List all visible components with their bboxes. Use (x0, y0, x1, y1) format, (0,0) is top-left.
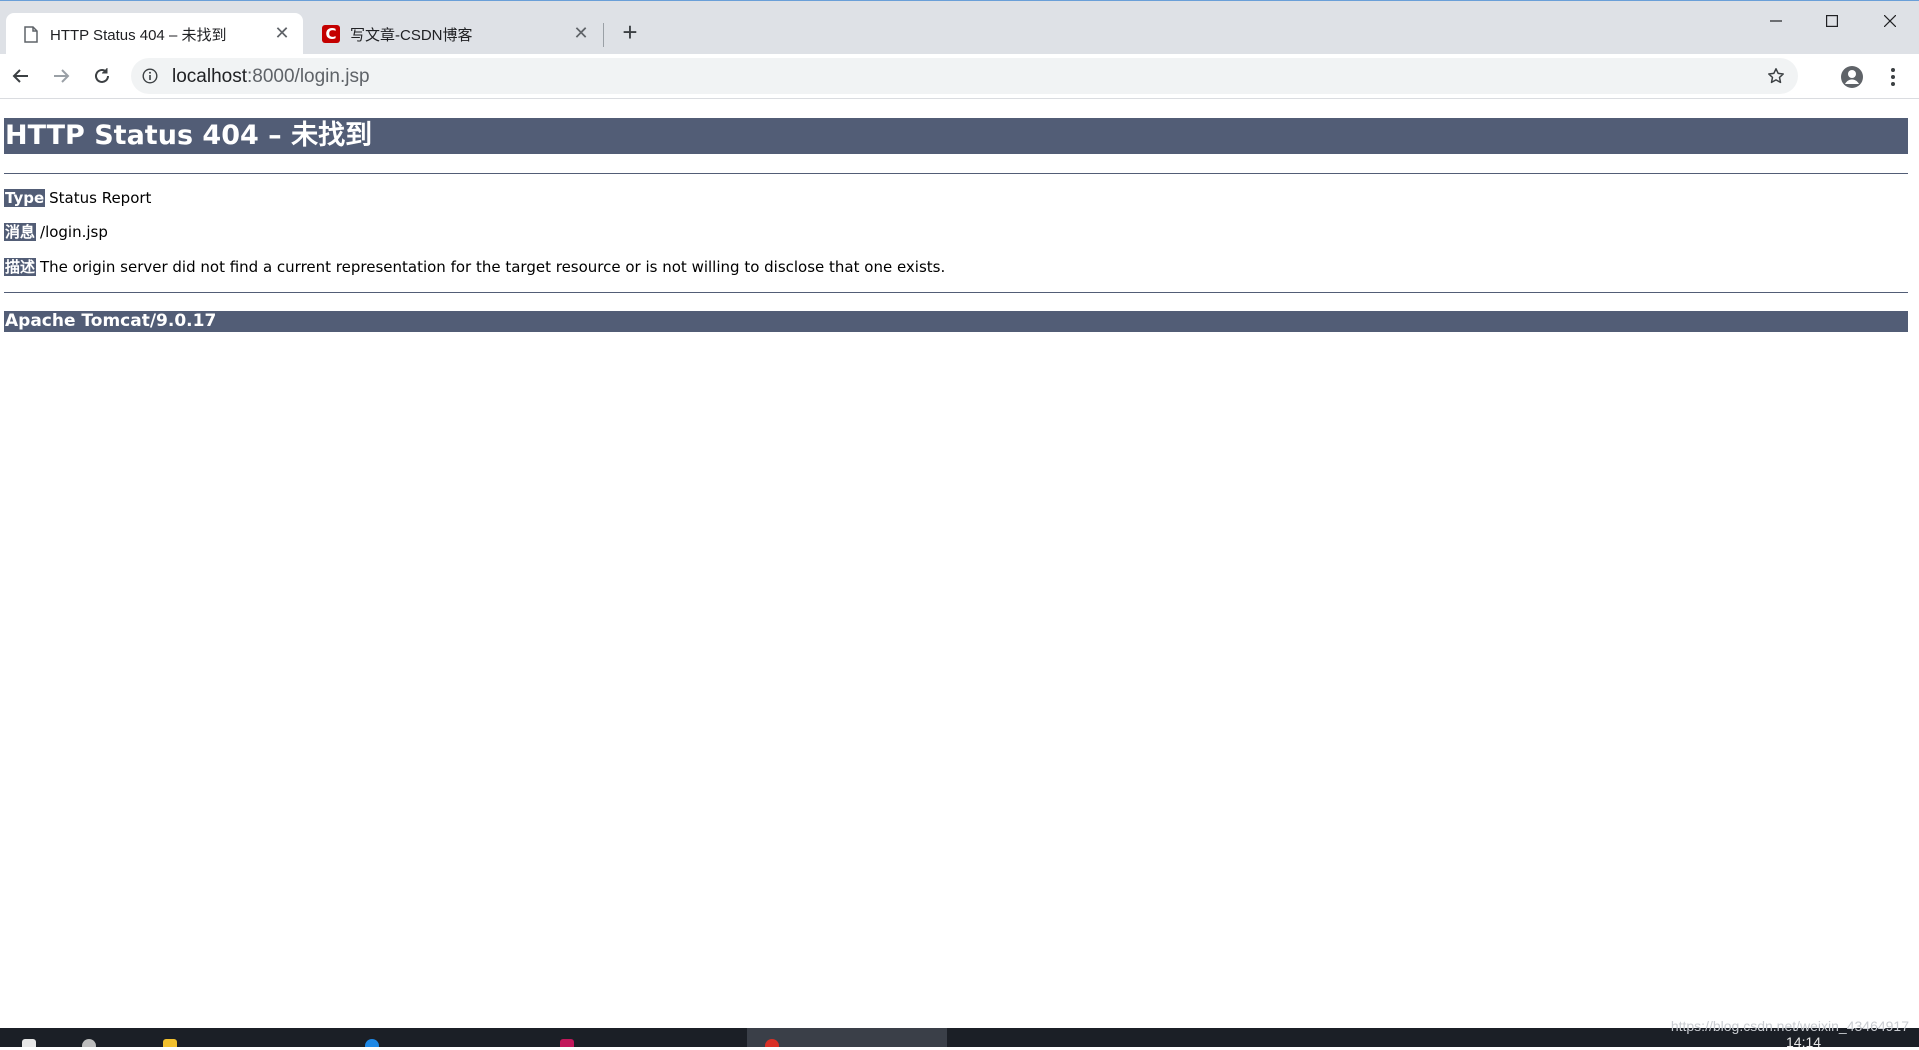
maximize-button[interactable] (1804, 3, 1860, 39)
back-button[interactable] (6, 61, 36, 91)
url-host: localhost (172, 66, 247, 87)
info-icon[interactable] (141, 67, 159, 85)
edge-icon[interactable] (365, 1039, 379, 1047)
reload-icon (95, 68, 109, 83)
description-row: 描述 The origin server did not find a curre… (4, 257, 945, 277)
new-tab-button[interactable]: + (616, 17, 644, 47)
browser-titlebar: HTTP Status 404 – 未找到 ✕ C 写文章-CSDN博客 ✕ + (0, 0, 1919, 55)
close-tab-icon[interactable]: ✕ (271, 22, 293, 44)
forward-button[interactable] (46, 61, 76, 91)
chrome-icon[interactable] (765, 1039, 779, 1047)
type-row: Type Status Report (4, 188, 151, 208)
windows-taskbar (0, 1028, 1919, 1047)
close-window-button[interactable] (1862, 3, 1918, 39)
tab-csdn[interactable]: C 写文章-CSDN博客 ✕ (306, 13, 602, 55)
server-footer: Apache Tomcat/9.0.17 (4, 311, 1908, 332)
document-icon (22, 25, 40, 43)
url-text[interactable]: localhost:8000/login.jsp (172, 66, 370, 88)
close-tab-icon[interactable]: ✕ (570, 22, 592, 44)
tab-title: HTTP Status 404 – 未找到 (50, 27, 227, 44)
message-value: /login.jsp (40, 223, 108, 241)
description-label: 描述 (4, 258, 37, 276)
browser-toolbar: localhost:8000/login.jsp (0, 54, 1919, 99)
folder-icon[interactable] (163, 1039, 177, 1047)
description-value: The origin server did not find a current… (40, 258, 946, 276)
divider (4, 292, 1908, 293)
csdn-logo-icon: C (322, 25, 340, 43)
type-value: Status Report (49, 189, 152, 207)
profile-avatar-icon[interactable] (1837, 62, 1867, 92)
intellij-icon[interactable] (560, 1039, 574, 1047)
page-title: HTTP Status 404 – 未找到 (4, 118, 1908, 154)
arrow-right-icon (54, 69, 70, 83)
address-bar[interactable]: localhost:8000/login.jsp (131, 58, 1798, 94)
start-icon[interactable] (22, 1039, 36, 1047)
url-path: :8000/login.jsp (247, 66, 370, 87)
arrow-left-icon (12, 69, 28, 83)
watermark: https://blog.csdn.net/weixin_43464917 (1670, 1018, 1909, 1034)
page-content: HTTP Status 404 – 未找到 Type Status Report … (0, 100, 1919, 1028)
bookmark-star-icon[interactable] (1766, 66, 1786, 86)
divider (4, 173, 1908, 174)
message-row: 消息/login.jsp (4, 222, 108, 242)
taskbar-clock: 14:14 (1786, 1034, 1822, 1050)
reload-button[interactable] (87, 61, 117, 91)
tab-separator (603, 23, 604, 47)
tab-title: 写文章-CSDN博客 (350, 27, 473, 44)
message-label: 消息 (4, 223, 37, 241)
minimize-button[interactable] (1748, 3, 1804, 39)
search-icon[interactable] (82, 1039, 96, 1047)
tab-http-status-404[interactable]: HTTP Status 404 – 未找到 ✕ (6, 13, 303, 55)
more-menu-icon[interactable] (1878, 62, 1908, 92)
type-label: Type (4, 189, 46, 207)
